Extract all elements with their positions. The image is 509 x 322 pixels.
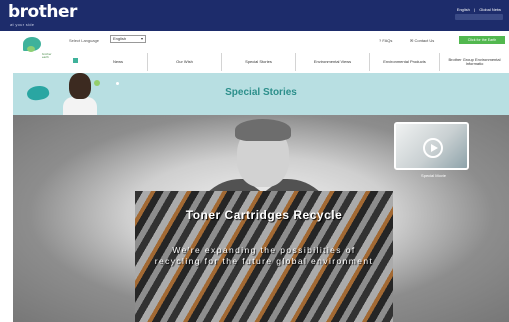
menu-item-group-environmental-info[interactable]: Brother Group Environmental Informatio <box>439 53 509 71</box>
global-network-link[interactable]: Global Netw <box>479 7 501 12</box>
language-select-value: English <box>113 36 127 41</box>
menu-item-news[interactable]: News <box>89 53 147 71</box>
hero-stage: Special Movie Toner Cartridges Recycle W… <box>13 115 509 322</box>
video-title: Toner Cartridges Recycle <box>185 208 343 222</box>
contact-link[interactable]: ✉ Contact Us <box>410 38 434 43</box>
home-icon[interactable] <box>73 58 78 63</box>
leaf-icon <box>27 46 35 52</box>
language-label: Select Language <box>69 38 100 43</box>
video-panel[interactable]: Toner Cartridges Recycle We're expanding… <box>135 191 393 322</box>
language-link[interactable]: English <box>457 7 470 12</box>
special-movie-thumbnail[interactable] <box>394 122 469 170</box>
top-bar: brother at your side English | Global Ne… <box>0 0 509 31</box>
video-subtitle-line: We're expanding the possibilities of <box>172 245 356 255</box>
top-links: English | Global Netw <box>454 7 501 12</box>
site-navigation: brother earth Select Language English ▾ … <box>13 31 509 73</box>
video-subtitle-line: recycling for the future global environm… <box>154 256 374 266</box>
video-subtitle: We're expanding the possibilities of rec… <box>135 245 393 267</box>
hero-person-hair <box>235 119 291 141</box>
menu-item-environmental-products[interactable]: Environmental Products <box>369 53 439 71</box>
banner-person-image <box>63 97 97 115</box>
page-title: Special Stories <box>225 87 297 98</box>
chevron-down-icon: ▾ <box>140 36 143 41</box>
faqs-link[interactable]: ? FAQs <box>379 38 392 43</box>
decorative-dot <box>94 80 100 86</box>
click-for-earth-button[interactable]: Click for the Earth <box>459 36 505 44</box>
search-field[interactable] <box>455 14 503 20</box>
top-links-separator: | <box>474 7 476 12</box>
menu-item-environmental-views[interactable]: Environmental Views <box>295 53 369 71</box>
section-banner: Special Stories <box>13 73 509 115</box>
brother-earth-label: brother earth <box>42 52 52 59</box>
main-menu: News Our Wish Special Stories Environmen… <box>69 53 509 71</box>
language-select[interactable]: English ▾ <box>110 35 146 43</box>
special-movie-label[interactable]: Special Movie <box>394 173 473 178</box>
menu-item-our-wish[interactable]: Our Wish <box>147 53 221 71</box>
play-icon[interactable] <box>423 138 443 158</box>
logo-tagline: at your side <box>10 22 35 27</box>
decorative-dot <box>116 82 119 85</box>
brother-logo[interactable]: brother <box>8 2 77 22</box>
menu-item-special-stories[interactable]: Special Stories <box>221 53 295 71</box>
